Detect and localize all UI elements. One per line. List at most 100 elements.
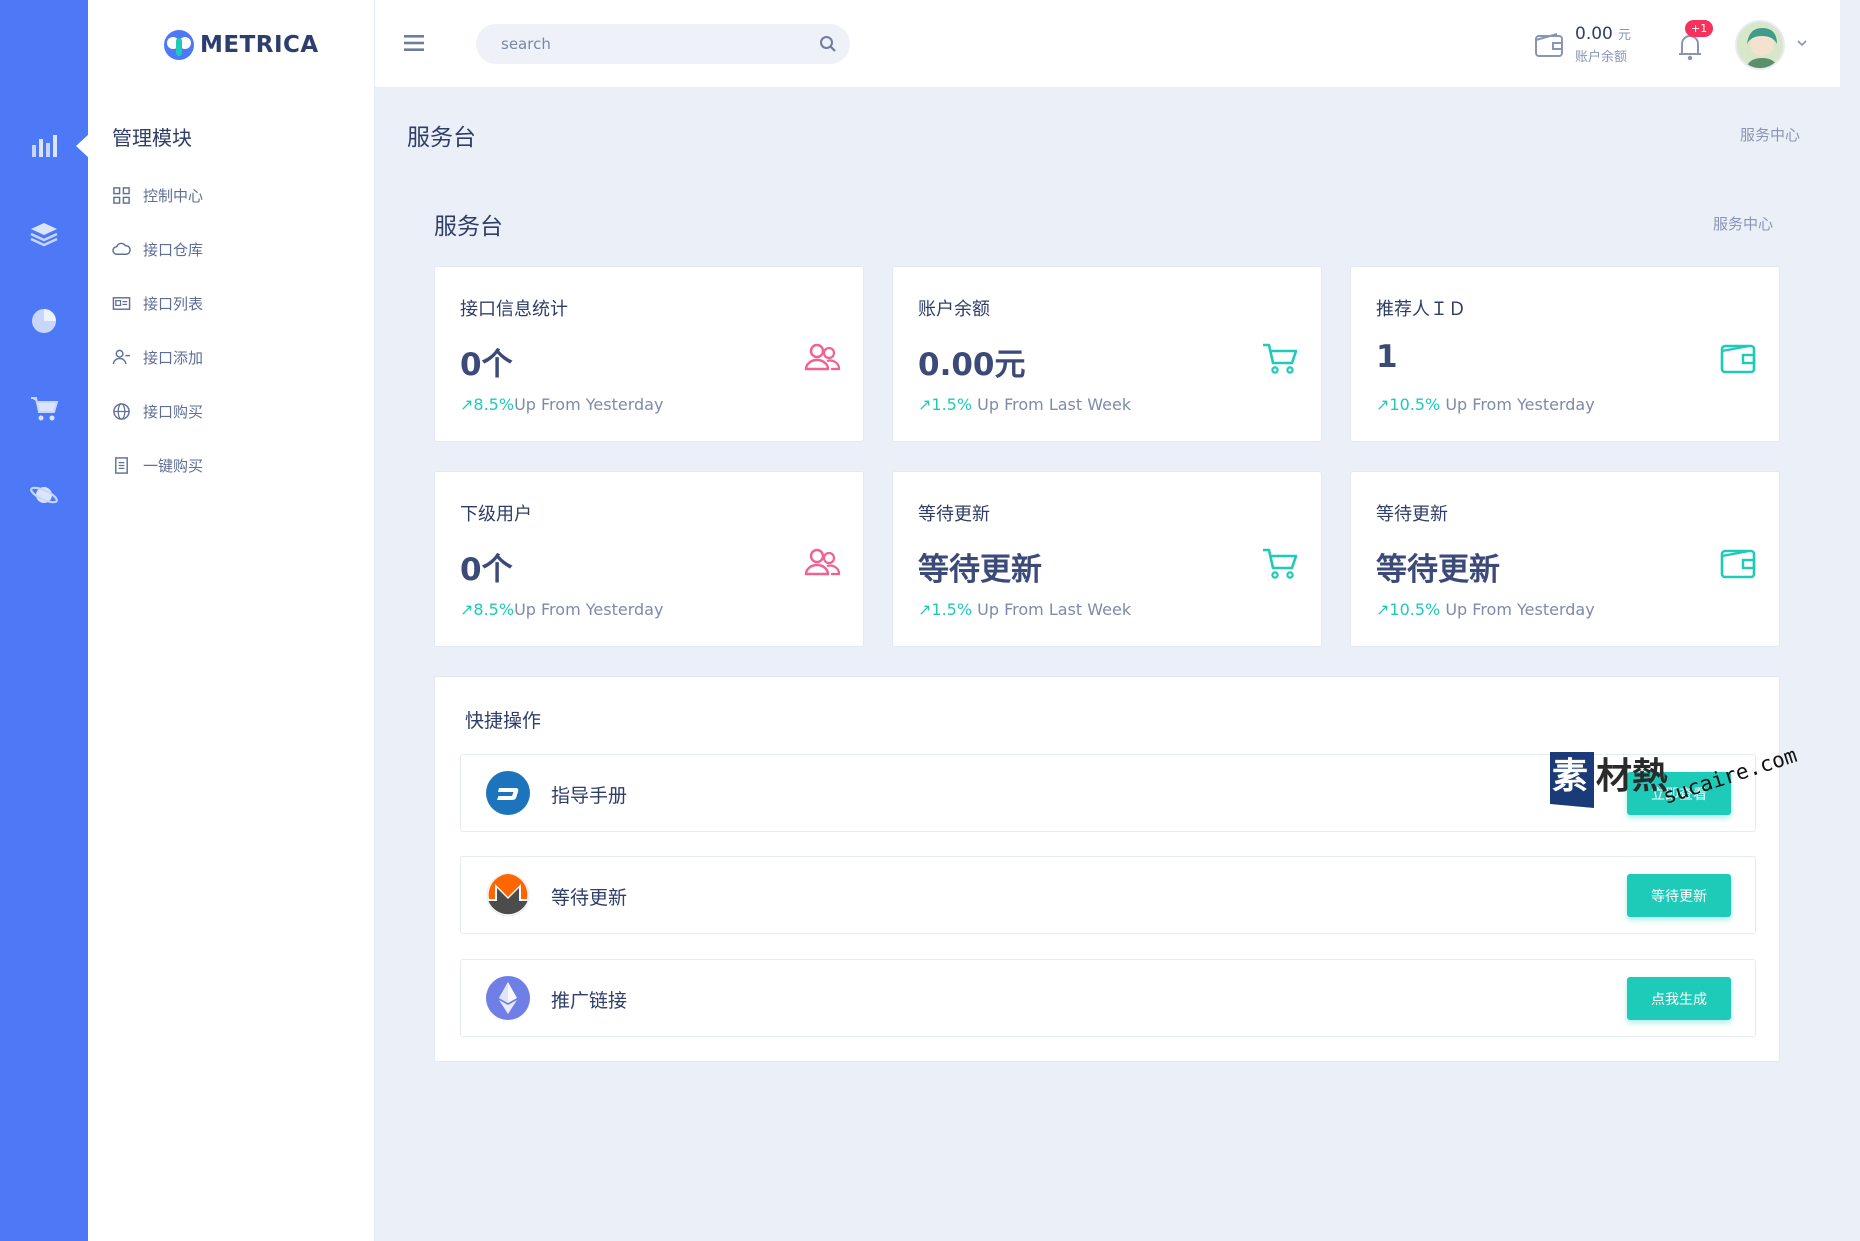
- icon-rail: [0, 0, 88, 1241]
- notification-badge: +1: [1685, 20, 1714, 37]
- brand-name: METRICA: [200, 32, 319, 58]
- metrica-logo-icon: [164, 30, 194, 60]
- planet-icon[interactable]: [0, 465, 88, 525]
- search-input[interactable]: [476, 35, 796, 53]
- sidebar-item-api-repo[interactable]: 接口仓库: [112, 222, 362, 276]
- trend-text: Up From Yesterday: [514, 600, 664, 619]
- card-trend: ↗10.5% Up From Yesterday: [1376, 600, 1595, 619]
- trend-text: Up From Yesterday: [1440, 395, 1595, 414]
- svg-text:材熱: 材熱: [1596, 756, 1668, 797]
- document-icon: [115, 456, 128, 474]
- cart-icon[interactable]: [0, 378, 88, 438]
- breadcrumb[interactable]: 服务中心: [1740, 124, 1800, 145]
- stat-card-api-stats: 接口信息统计 0个 ↗8.5%Up From Yesterday: [434, 266, 864, 442]
- balance-unit: 元: [1617, 28, 1631, 43]
- cart-icon: [1263, 548, 1298, 579]
- card-trend: ↗8.5%Up From Yesterday: [460, 600, 663, 619]
- avatar[interactable]: [1735, 20, 1785, 70]
- generate-link-button[interactable]: 点我生成: [1627, 977, 1731, 1020]
- quick-action-row: 推广链接 点我生成: [460, 959, 1756, 1037]
- monero-coin-icon: [486, 873, 530, 917]
- trend-text: Up From Yesterday: [514, 395, 664, 414]
- quick-action-row: 等待更新 等待更新: [460, 856, 1756, 934]
- card-title: 等待更新: [1376, 504, 1448, 525]
- cart-icon: [1263, 343, 1298, 374]
- sidebar: METRICA 管理模块 控制中心 接口仓库 接口列表 接口添加 接口购买 一键…: [88, 0, 375, 1241]
- quick-action-label: 指导手册: [551, 785, 628, 807]
- quick-actions-title: 快捷操作: [465, 710, 542, 732]
- wallet-icon: [1720, 344, 1756, 374]
- svg-text:sucaire.com: sucaire.com: [1660, 748, 1798, 809]
- active-rail-indicator: [76, 134, 89, 158]
- module-title: 管理模块: [112, 126, 192, 150]
- quick-actions-panel: 快捷操作 指导手册 立即查看 等待更新 等待更新 推广链接 点我生成: [434, 676, 1780, 1062]
- card-value: 等待更新: [918, 552, 1042, 588]
- card-title: 账户余额: [918, 299, 990, 320]
- card-value: 0个: [460, 552, 513, 588]
- users-icon: [804, 548, 841, 576]
- stat-card-referrer-id: 推荐人ＩＤ 1 ↗10.5% Up From Yesterday: [1350, 266, 1780, 442]
- sidebar-item-api-buy[interactable]: 接口购买: [112, 384, 362, 438]
- id-card-icon: [112, 296, 131, 310]
- wallet-icon: [1535, 32, 1563, 57]
- bar-chart-icon[interactable]: [0, 115, 88, 175]
- card-trend: ↗10.5% Up From Yesterday: [1376, 395, 1595, 414]
- sucaire-watermark-logo: 素 材熱 sucaire.com: [1550, 748, 1798, 809]
- sidebar-item-control-center[interactable]: 控制中心: [112, 168, 362, 222]
- sidebar-item-api-add[interactable]: 接口添加: [112, 330, 362, 384]
- user-avatar-image: [1737, 22, 1783, 68]
- stat-card-pending-2: 等待更新 等待更新 ↗10.5% Up From Yesterday: [1350, 471, 1780, 647]
- trend-up-icon: ↗: [1376, 395, 1390, 414]
- card-value: 0.00元: [918, 347, 1026, 383]
- sidebar-item-one-click-buy[interactable]: 一键购买: [112, 438, 362, 492]
- balance-amount: 0.00: [1575, 24, 1613, 44]
- page-title: 服务台: [407, 125, 476, 151]
- user-add-icon: [112, 349, 131, 364]
- card-title: 下级用户: [460, 504, 532, 525]
- stat-card-pending-1: 等待更新 等待更新 ↗1.5% Up From Last Week: [892, 471, 1322, 647]
- sidebar-item-label: 接口购买: [143, 402, 204, 421]
- trend-text: Up From Last Week: [972, 600, 1132, 619]
- trend-value: 10.5%: [1389, 395, 1441, 414]
- pending-update-button[interactable]: 等待更新: [1627, 874, 1731, 917]
- card-value: 1: [1376, 339, 1398, 375]
- chevron-down-icon[interactable]: [1795, 36, 1809, 50]
- cloud-icon: [112, 242, 131, 255]
- search-box: [476, 24, 850, 64]
- sidebar-item-api-list[interactable]: 接口列表: [112, 276, 362, 330]
- card-trend: ↗1.5% Up From Last Week: [918, 395, 1131, 414]
- trend-text: Up From Last Week: [972, 395, 1132, 414]
- notifications-button[interactable]: +1: [1673, 20, 1714, 62]
- card-value: 0个: [460, 347, 513, 383]
- stat-card-sub-users: 下级用户 0个 ↗8.5%Up From Yesterday: [434, 471, 864, 647]
- card-trend: ↗8.5%Up From Yesterday: [460, 395, 663, 414]
- wallet-balance[interactable]: 0.00 元 账户余额: [1533, 24, 1631, 65]
- grid-icon: [113, 186, 130, 204]
- pie-chart-icon[interactable]: [0, 290, 88, 350]
- dash-coin-icon: [486, 771, 530, 815]
- card-trend: ↗1.5% Up From Last Week: [918, 600, 1131, 619]
- trend-value: 1.5%: [931, 600, 973, 619]
- card-title: 等待更新: [918, 504, 990, 525]
- section-breadcrumb[interactable]: 服务中心: [1713, 213, 1773, 234]
- search-icon[interactable]: [818, 34, 838, 54]
- sidebar-item-label: 接口列表: [143, 294, 204, 313]
- ethereum-coin-icon: [486, 976, 530, 1020]
- sidebar-item-label: 一键购买: [143, 456, 204, 475]
- trend-up-icon: ↗: [918, 600, 932, 619]
- trend-up-icon: ↗: [1376, 600, 1390, 619]
- sidebar-item-label: 控制中心: [143, 186, 204, 205]
- menu-toggle-button[interactable]: [401, 30, 427, 56]
- sidebar-nav: 控制中心 接口仓库 接口列表 接口添加 接口购买 一键购买: [112, 168, 362, 492]
- trend-up-icon: ↗: [460, 395, 474, 414]
- trend-up-icon: ↗: [918, 395, 932, 414]
- brand-logo[interactable]: METRICA: [162, 28, 319, 62]
- card-value: 等待更新: [1376, 552, 1500, 588]
- trend-value: 10.5%: [1389, 600, 1441, 619]
- sidebar-item-label: 接口仓库: [143, 240, 204, 259]
- trend-value: 8.5%: [473, 600, 515, 619]
- trend-value: 1.5%: [931, 395, 973, 414]
- card-title: 接口信息统计: [460, 299, 568, 320]
- layers-icon[interactable]: [0, 203, 88, 263]
- quick-action-label: 等待更新: [551, 887, 628, 909]
